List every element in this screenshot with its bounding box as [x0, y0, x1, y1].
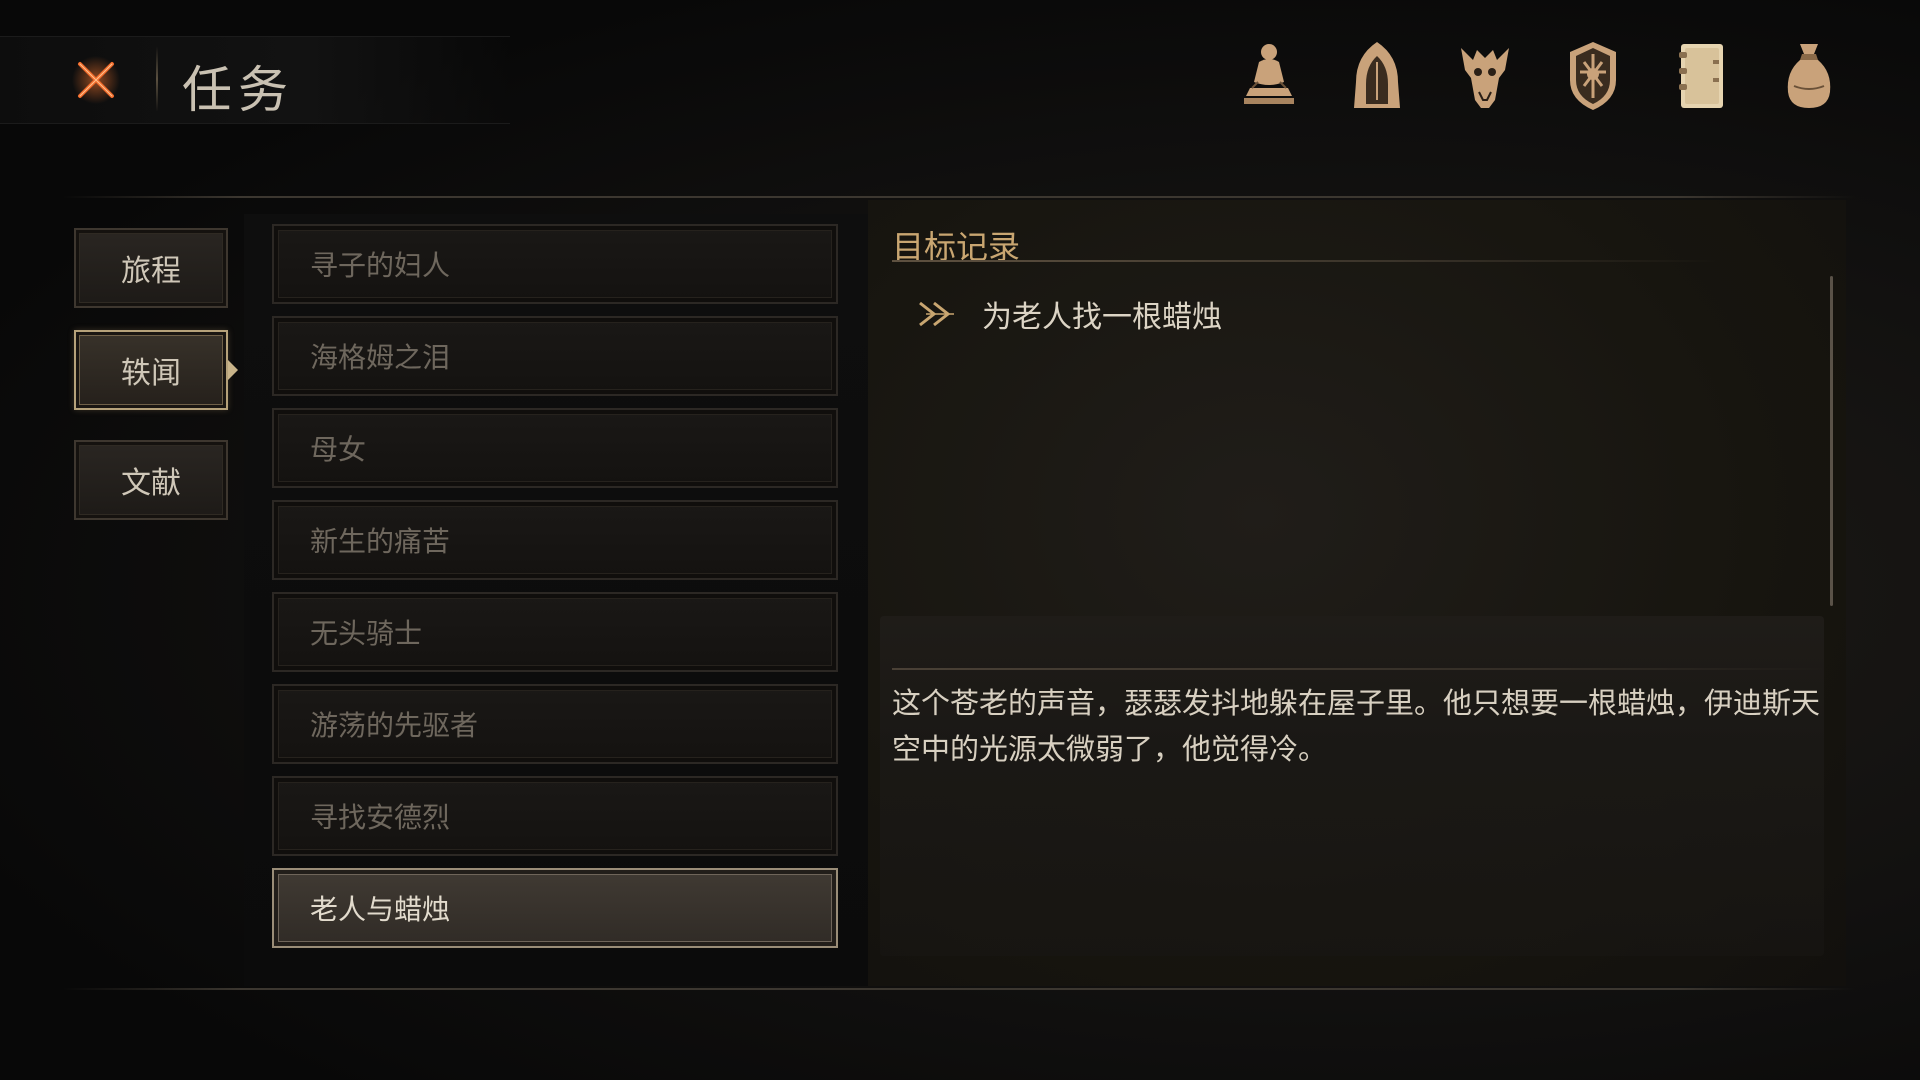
quest-label: 寻子的妇人 [310, 249, 451, 282]
heading-divider [892, 260, 1718, 262]
journal-book-icon[interactable] [1670, 36, 1732, 116]
title-divider [156, 46, 158, 112]
objective-row: 为老人找一根蜡烛 [916, 292, 1222, 336]
quest-item[interactable]: 无头骑士 [272, 592, 838, 672]
quest-item[interactable]: 游荡的先驱者 [272, 684, 838, 764]
quest-item[interactable]: 寻找安德烈 [272, 776, 838, 856]
quest-label: 无头骑士 [310, 617, 423, 650]
tab-label: 旅程 [121, 254, 181, 289]
quest-label: 新生的痛苦 [310, 525, 451, 558]
quest-screen: 任务 旅程 轶闻 文献 寻子的妇人 海格姆之泪 母女 新生的痛苦 无头骑士 游荡… [0, 0, 1920, 1080]
close-button[interactable] [66, 50, 126, 110]
quest-label: 母女 [310, 433, 367, 466]
quest-label: 老人与蜡烛 [310, 893, 451, 926]
character-statue-icon[interactable] [1238, 36, 1300, 116]
tab-label: 轶闻 [121, 356, 181, 391]
description-box [880, 616, 1824, 956]
tab-documents[interactable]: 文献 [74, 440, 228, 520]
close-x-icon [72, 56, 120, 104]
objective-text: 为老人找一根蜡烛 [982, 300, 1222, 335]
tab-journey[interactable]: 旅程 [74, 228, 228, 308]
quest-item[interactable]: 母女 [272, 408, 838, 488]
description-divider [892, 668, 1824, 670]
top-nav-icons [1238, 36, 1840, 116]
quest-item[interactable]: 新生的痛苦 [272, 500, 838, 580]
hooded-figure-icon[interactable] [1346, 36, 1408, 116]
tab-anecdotes[interactable]: 轶闻 [74, 330, 238, 410]
quest-label: 游荡的先驱者 [310, 709, 479, 742]
frame-bottom-line [62, 988, 1856, 990]
beast-skull-icon[interactable] [1454, 36, 1516, 116]
quest-description: 这个苍老的声音，瑟瑟发抖地躲在屋子里。他只想要一根蜡烛，伊迪斯天空中的光源太微弱… [892, 686, 1821, 766]
page-title: 任务 [182, 61, 294, 119]
active-tab-arrow-icon [228, 360, 238, 380]
quest-label: 寻找安德烈 [310, 801, 451, 834]
objectives-scrollbar[interactable] [1830, 276, 1833, 606]
item-bag-icon[interactable] [1778, 36, 1840, 116]
double-chevron-icon [919, 301, 954, 327]
faction-crest-icon[interactable] [1562, 36, 1624, 116]
tab-label: 文献 [121, 466, 181, 501]
frame-top-line [62, 196, 1856, 198]
quest-item[interactable]: 寻子的妇人 [272, 224, 838, 304]
quest-label: 海格姆之泪 [310, 341, 451, 374]
quest-item[interactable]: 海格姆之泪 [272, 316, 838, 396]
quest-item-selected[interactable]: 老人与蜡烛 [272, 868, 838, 948]
